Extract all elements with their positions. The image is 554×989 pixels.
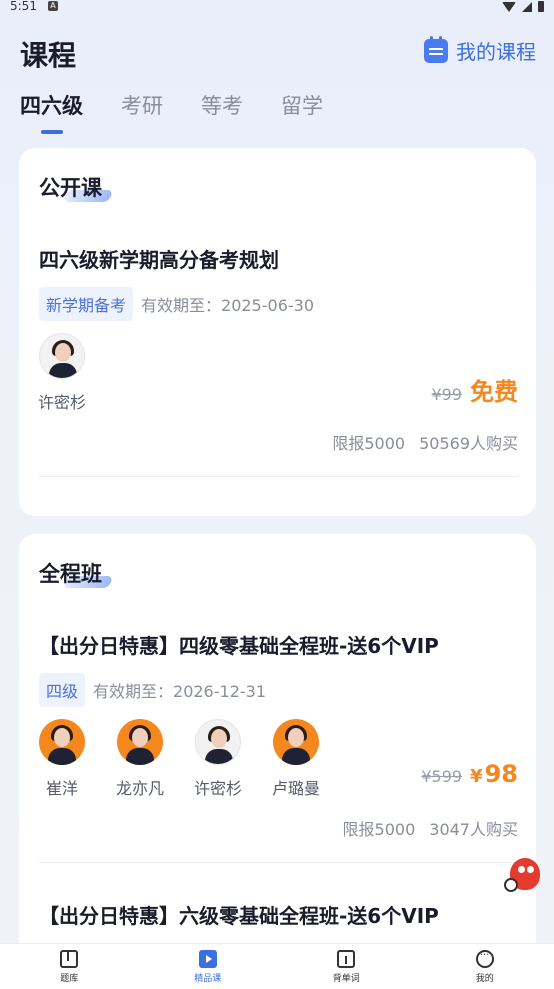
price-value: 98 bbox=[484, 760, 518, 788]
teacher: 许密杉 bbox=[38, 333, 86, 413]
tab-cet46[interactable]: 四六级 bbox=[20, 90, 83, 120]
status-time: 5:51 bbox=[10, 0, 37, 13]
course-meta: 新学期备考 有效期至：2025-06-30 bbox=[39, 287, 518, 321]
teacher: 卢璐曼 bbox=[272, 719, 320, 799]
nav-label: 背单词 bbox=[332, 973, 360, 984]
sales-info: 限报5000 3047人购买 bbox=[343, 816, 518, 840]
nav-item-profile[interactable]: 我的 bbox=[416, 944, 554, 989]
teacher-name: 许密杉 bbox=[193, 779, 242, 798]
status-bar: 5:51 A bbox=[0, 0, 554, 14]
divider bbox=[39, 862, 518, 863]
course-item[interactable]: 【出分日特惠】六级零基础全程班-送6个VIP bbox=[39, 900, 518, 940]
nav-label: 题库 bbox=[60, 973, 79, 984]
valid-until: 有效期至：2025-06-30 bbox=[141, 296, 315, 315]
avatar bbox=[273, 719, 319, 765]
tab-ncre[interactable]: 等考 bbox=[201, 90, 243, 120]
nav-item-vocabulary[interactable]: 背单词 bbox=[277, 944, 416, 989]
my-courses-button[interactable]: 我的课程 bbox=[424, 35, 536, 65]
tab-postgraduate[interactable]: 考研 bbox=[121, 90, 163, 120]
soccer-ball-icon bbox=[504, 878, 518, 892]
section-title: 全程班 bbox=[39, 562, 102, 586]
original-price: ¥99 bbox=[431, 385, 462, 404]
valid-until: 有效期至：2026-12-31 bbox=[93, 682, 267, 701]
bottom-navigation: 题库 精品课 背单词 我的 bbox=[0, 943, 554, 989]
tab-study-abroad[interactable]: 留学 bbox=[281, 90, 323, 120]
buyer-count: 3047人购买 bbox=[429, 820, 518, 839]
profile-chat-icon bbox=[475, 949, 494, 968]
page-title: 课程 bbox=[20, 39, 77, 72]
sales-info: 限报5000 50569人购买 bbox=[332, 430, 518, 454]
course-title: 四六级新学期高分备考规划 bbox=[39, 248, 279, 272]
teacher: 许密杉 bbox=[194, 719, 242, 799]
enrollment-limit: 限报5000 bbox=[342, 820, 416, 839]
battery-icon bbox=[538, 1, 544, 12]
avatar bbox=[117, 719, 163, 765]
page-header: 课程 我的课程 bbox=[20, 28, 536, 76]
course-title: 【出分日特惠】四级零基础全程班-送6个VIP bbox=[39, 634, 439, 658]
category-tabs: 四六级 考研 等考 留学 bbox=[20, 90, 323, 120]
current-price: 免费 bbox=[470, 378, 518, 406]
video-course-icon bbox=[198, 949, 217, 968]
teacher: 崔洋 bbox=[39, 719, 85, 799]
original-price: ¥599 bbox=[421, 767, 463, 786]
section-card-open-class: 公开课 四六级新学期高分备考规划 新学期备考 有效期至：2025-06-30 许… bbox=[19, 148, 536, 516]
teacher-name: 龙亦凡 bbox=[115, 779, 164, 798]
nav-label: 我的 bbox=[475, 973, 494, 984]
price-row: ¥99 免费 bbox=[431, 372, 518, 407]
course-tag: 四级 bbox=[39, 673, 86, 707]
course-tag: 新学期备考 bbox=[39, 287, 134, 321]
nav-item-question-bank[interactable]: 题库 bbox=[0, 944, 139, 989]
section-title: 公开课 bbox=[39, 176, 102, 200]
question-bank-icon bbox=[60, 949, 79, 968]
avatar bbox=[39, 333, 85, 379]
course-item[interactable]: 四六级新学期高分备考规划 新学期备考 有效期至：2025-06-30 许密杉 ¥… bbox=[38, 244, 518, 484]
nav-item-courses[interactable]: 精品课 bbox=[139, 944, 278, 989]
price-row: ¥599 ¥98 bbox=[421, 760, 518, 788]
course-title: 【出分日特惠】六级零基础全程班-送6个VIP bbox=[39, 904, 439, 928]
signal-icon bbox=[522, 1, 532, 12]
course-meta: 四级 有效期至：2026-12-31 bbox=[39, 673, 518, 707]
avatar bbox=[195, 719, 241, 765]
buyer-count: 50569人购买 bbox=[419, 434, 518, 453]
teacher: 龙亦凡 bbox=[116, 719, 164, 799]
current-price: ¥98 bbox=[470, 760, 518, 788]
my-courses-label: 我的课程 bbox=[456, 40, 536, 64]
currency-symbol: ¥ bbox=[470, 766, 483, 787]
mascot-floating-button[interactable] bbox=[504, 852, 546, 896]
status-icons bbox=[502, 1, 544, 12]
teacher-name: 卢璐曼 bbox=[271, 779, 320, 798]
wifi-icon bbox=[502, 1, 516, 12]
nav-label: 精品课 bbox=[194, 973, 222, 984]
teacher-name: 许密杉 bbox=[37, 393, 86, 412]
divider bbox=[39, 476, 518, 477]
vocabulary-book-icon bbox=[337, 949, 356, 968]
mascot-eyes bbox=[518, 866, 525, 873]
section-card-full-course: 全程班 【出分日特惠】四级零基础全程班-送6个VIP 四级 有效期至：2026-… bbox=[19, 534, 536, 974]
enrollment-limit: 限报5000 bbox=[332, 434, 406, 453]
teacher-name: 崔洋 bbox=[45, 779, 78, 798]
calendar-icon bbox=[424, 35, 448, 63]
course-item[interactable]: 【出分日特惠】四级零基础全程班-送6个VIP 四级 有效期至：2026-12-3… bbox=[39, 630, 518, 866]
notification-app-icon: A bbox=[48, 1, 58, 11]
avatar bbox=[39, 719, 85, 765]
